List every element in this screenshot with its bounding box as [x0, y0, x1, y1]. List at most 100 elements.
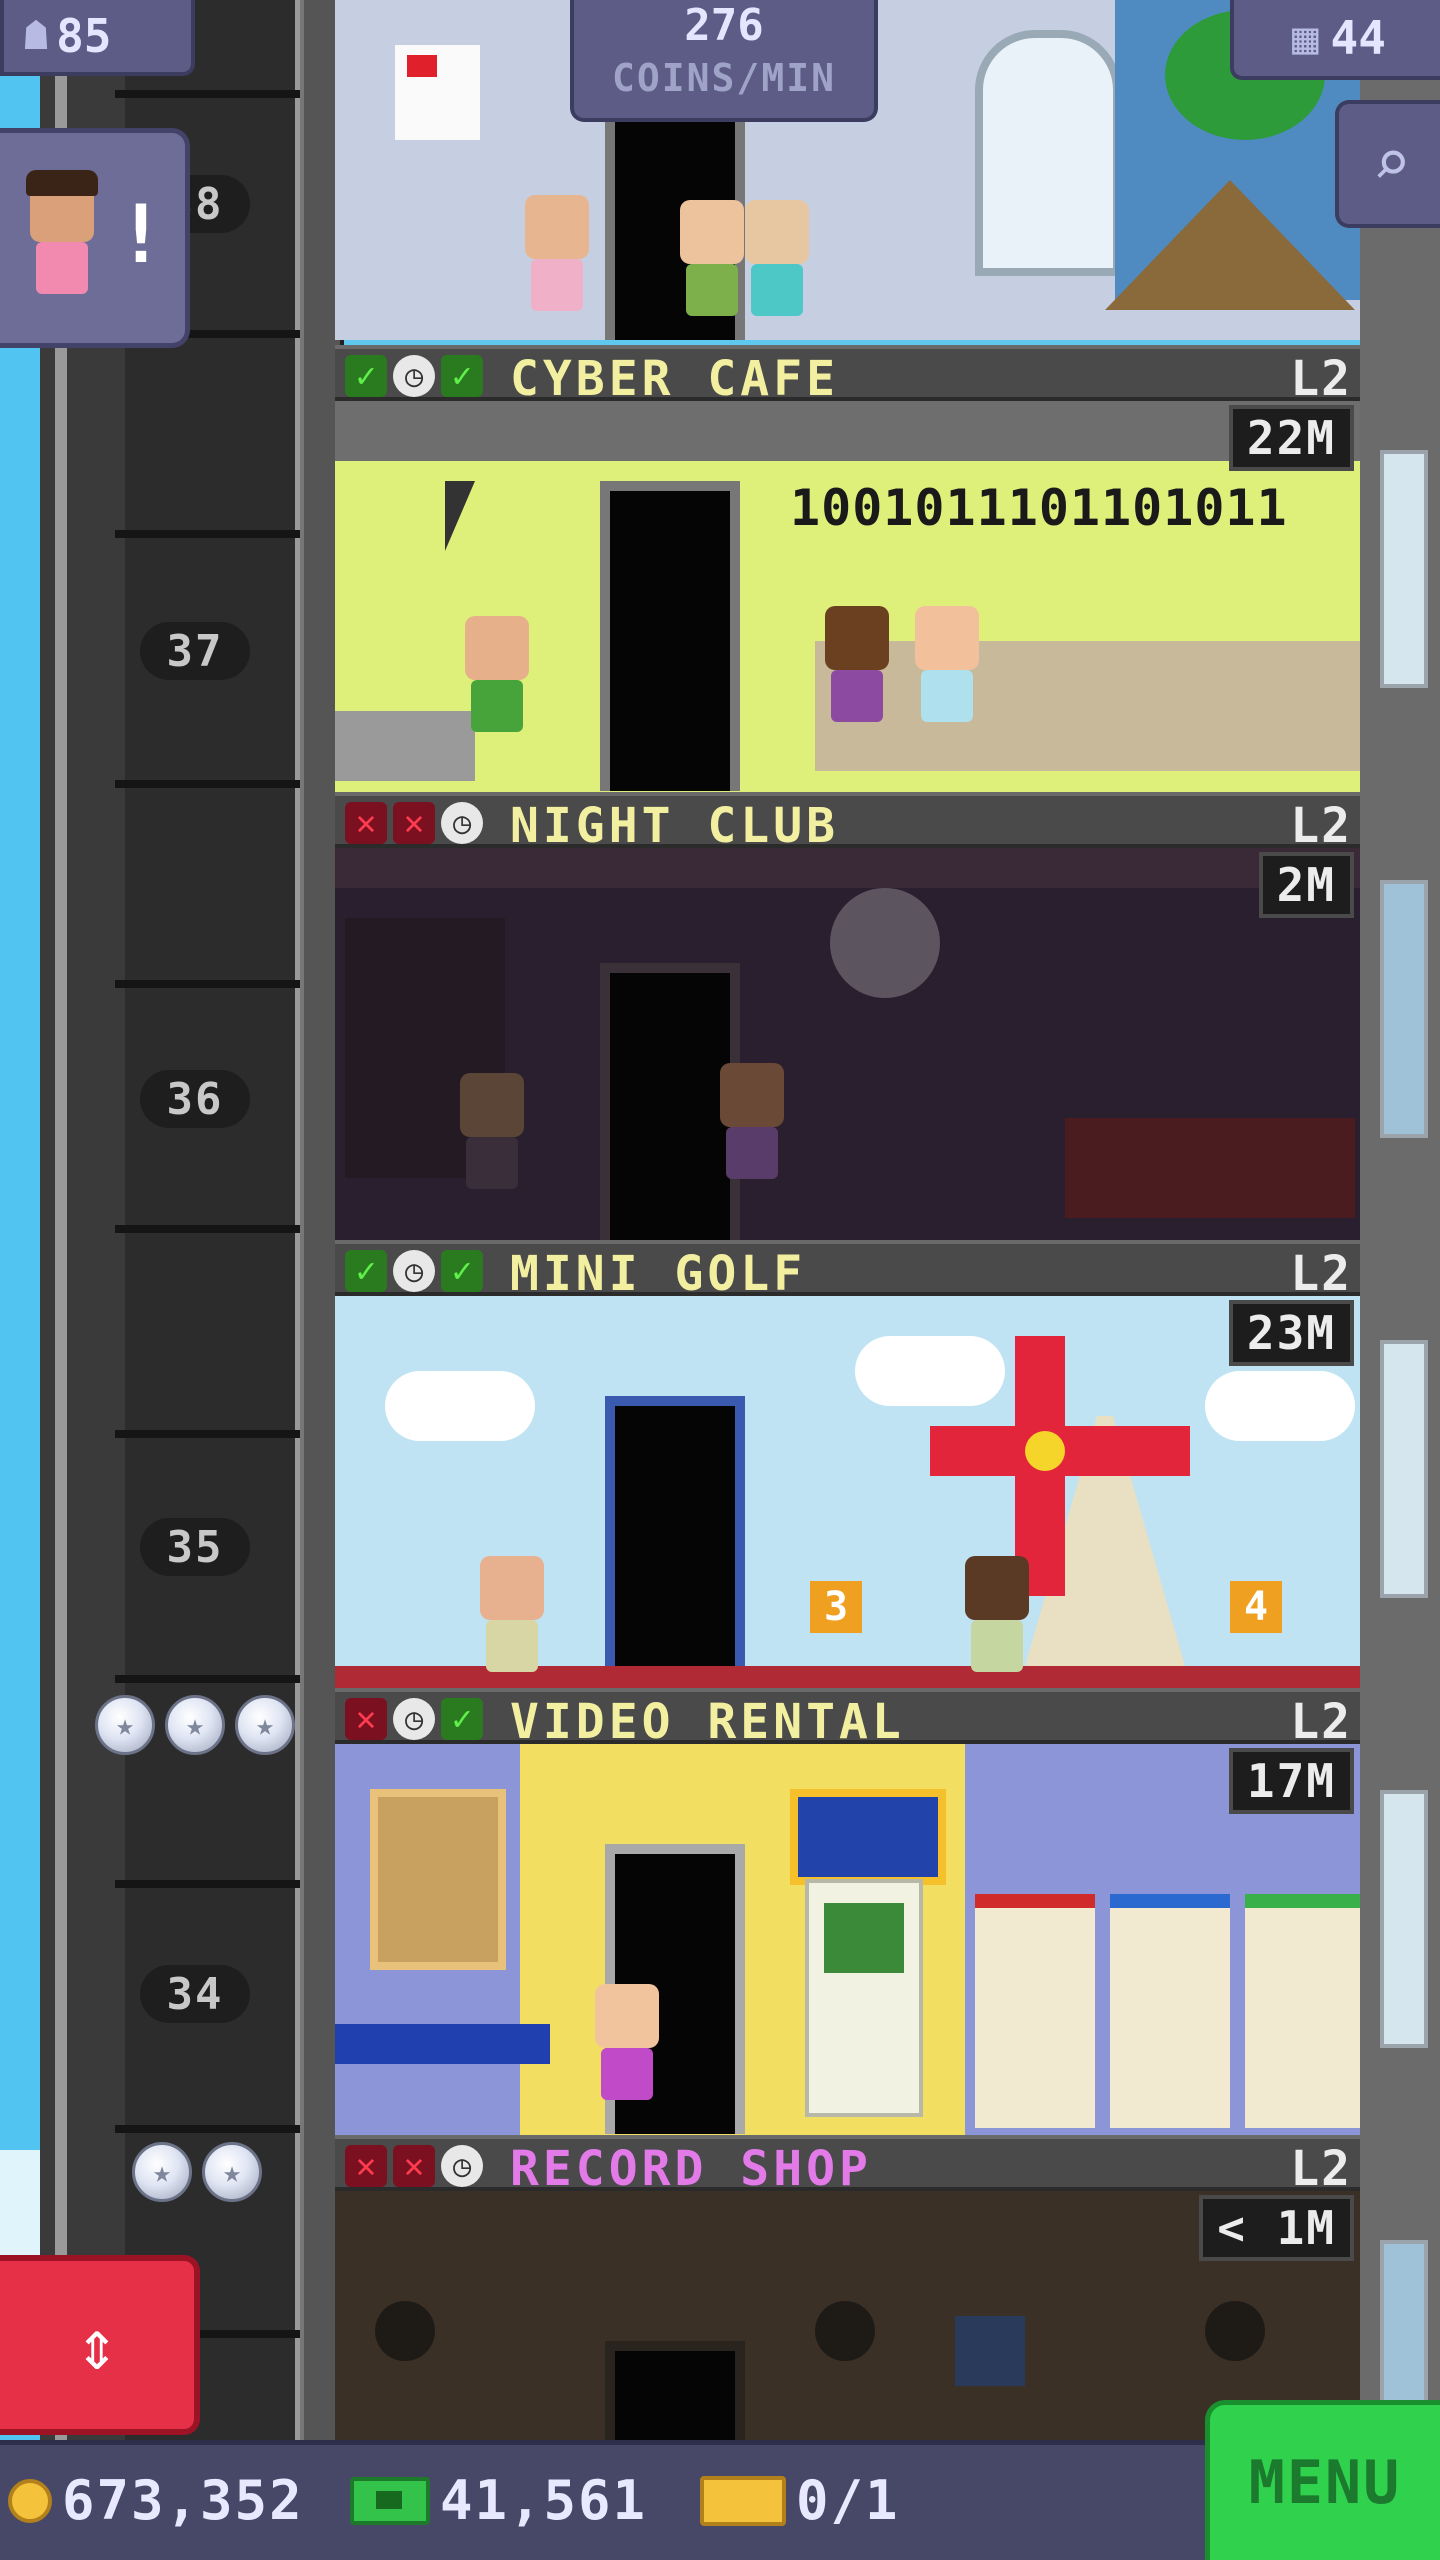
resident[interactable]	[680, 200, 744, 316]
person-icon: ☗	[24, 13, 49, 59]
floor-level: L2	[1290, 351, 1352, 407]
tower-window	[1380, 880, 1428, 1138]
tower-right-wall	[1360, 0, 1440, 2440]
floor-cyber-cafe[interactable]: ✓ ◷ ✓ CYBER CAFE L2 22M 1001011101101011	[335, 345, 1360, 796]
search-button[interactable]: ⌕	[1335, 100, 1440, 228]
floor-earnings: 22M	[1228, 405, 1354, 471]
visitor[interactable]	[465, 616, 529, 732]
star-icon: ★	[202, 2142, 262, 2202]
coins-per-minute-label: COINS/MIN	[612, 56, 836, 100]
floor-level: L2	[1290, 1694, 1352, 1750]
up-down-arrow-icon: ⇕	[75, 2304, 119, 2386]
star-icon: ★	[165, 1695, 225, 1755]
coins-per-minute-display: 276 COINS/MIN	[570, 0, 878, 122]
golden-ticket-icon	[700, 2475, 786, 2526]
floor-mini-golf[interactable]: ✓ ◷ ✓ MINI GOLF L2 23M 3 4	[335, 1240, 1360, 1691]
elevator-shaft	[40, 0, 330, 2440]
room-door[interactable]	[605, 1396, 745, 1686]
visitor[interactable]	[595, 1984, 659, 2100]
room-interior: 2M	[335, 848, 1360, 1243]
tv-sign	[790, 1789, 946, 1885]
visitor[interactable]	[915, 606, 979, 722]
star-icon: ★	[95, 1695, 155, 1755]
floor-status-icons: ✓ ◷ ✓	[345, 355, 483, 397]
wall-poster	[395, 45, 480, 140]
star-icon: ★	[132, 2142, 192, 2202]
mission-avatar	[26, 170, 98, 294]
floor-status-icons: ✓ ◷ ✓	[345, 1250, 483, 1292]
disco-ball	[830, 888, 940, 998]
room-interior: 17M	[335, 1744, 1360, 2139]
floor-banner: ✕ ✕ ◷ RECORD SHOP L2	[335, 2135, 1360, 2197]
clock-icon: ◷	[393, 355, 435, 397]
floor-video-rental[interactable]: ✕ ◷ ✓ VIDEO RENTAL L2 17M	[335, 1688, 1360, 2139]
computer-desks	[815, 641, 1360, 771]
floor-banner: ✕ ✕ ◷ NIGHT CLUB L2	[335, 792, 1360, 854]
visitor[interactable]	[825, 606, 889, 722]
clock-icon: ◷	[393, 1698, 435, 1740]
room-door[interactable]	[600, 963, 740, 1243]
floor-banner: ✓ ◷ ✓ CYBER CAFE L2	[335, 345, 1360, 407]
x-icon: ✕	[393, 802, 435, 844]
tickets-display[interactable]: 0/1	[700, 2469, 900, 2532]
cursor-decoration	[445, 481, 475, 551]
video-shelf	[975, 1894, 1095, 2128]
shaft-beam	[115, 1675, 305, 1683]
tower-window	[1380, 1790, 1428, 2048]
menu-button[interactable]: MENU	[1205, 2400, 1440, 2560]
room-door[interactable]	[600, 481, 740, 791]
visitor[interactable]	[965, 1556, 1029, 1672]
visitor[interactable]	[720, 1063, 784, 1179]
room-door[interactable]	[605, 2341, 745, 2440]
shaft-beam	[115, 90, 305, 98]
shaft-beam	[115, 530, 305, 538]
floor-number-label: 36	[140, 1070, 250, 1128]
tickets-value: 0/1	[796, 2469, 900, 2532]
bux-display[interactable]: 41,561	[350, 2469, 647, 2532]
movie-poster	[370, 1789, 506, 1970]
floor-rating-stars: ★ ★	[132, 2142, 262, 2202]
shaft-beam	[115, 1225, 305, 1233]
ceiling	[335, 848, 1360, 888]
cloud	[385, 1371, 535, 1441]
floor-earnings: 23M	[1228, 1300, 1354, 1366]
counter	[335, 711, 475, 781]
room-interior: 22M 1001011101101011	[335, 401, 1360, 796]
floor-name: RECORD SHOP	[510, 2141, 872, 2197]
cloud	[855, 1336, 1005, 1406]
floor-name: VIDEO RENTAL	[510, 1694, 905, 1750]
shaft-rail	[55, 0, 67, 2440]
check-icon: ✓	[441, 355, 483, 397]
rental-counter	[335, 2024, 550, 2064]
album-cover	[955, 2316, 1025, 2386]
shaft-beam	[115, 980, 305, 988]
population-counter[interactable]: ☗ 85	[0, 0, 195, 76]
floor-earnings: 2M	[1258, 852, 1354, 918]
check-icon: ✓	[345, 355, 387, 397]
floor-night-club[interactable]: ✕ ✕ ◷ NIGHT CLUB L2 2M	[335, 792, 1360, 1243]
check-icon: ✓	[441, 1250, 483, 1292]
visitor[interactable]	[460, 1073, 524, 1189]
coins-display[interactable]: 673,352	[8, 2469, 304, 2532]
x-icon: ✕	[393, 2145, 435, 2187]
floor-status-icons: ✕ ✕ ◷	[345, 802, 483, 844]
floor-number-label: 34	[140, 1965, 250, 2023]
elevator-button[interactable]: ⇕	[0, 2255, 200, 2435]
floor-name: CYBER CAFE	[510, 351, 839, 407]
hole-sign: 4	[1230, 1581, 1282, 1633]
floor-name: NIGHT CLUB	[510, 798, 839, 854]
resident[interactable]	[745, 200, 809, 316]
resident[interactable]	[525, 195, 589, 311]
alert-icon: !	[116, 188, 165, 281]
room-interior: < 1M	[335, 2191, 1360, 2440]
floor-counter[interactable]: ▦ 44	[1230, 0, 1440, 80]
vinyl-record	[375, 2301, 435, 2361]
floor-count-value: 44	[1330, 11, 1386, 65]
coin-icon	[8, 2478, 52, 2523]
clock-icon: ◷	[441, 802, 483, 844]
mission-notification[interactable]: !	[0, 128, 190, 348]
visitor[interactable]	[480, 1556, 544, 1672]
video-shelf	[1110, 1894, 1230, 2128]
floor-banner: ✓ ◷ ✓ MINI GOLF L2	[335, 1240, 1360, 1302]
floor-record-shop[interactable]: ✕ ✕ ◷ RECORD SHOP L2 < 1M	[335, 2135, 1360, 2440]
